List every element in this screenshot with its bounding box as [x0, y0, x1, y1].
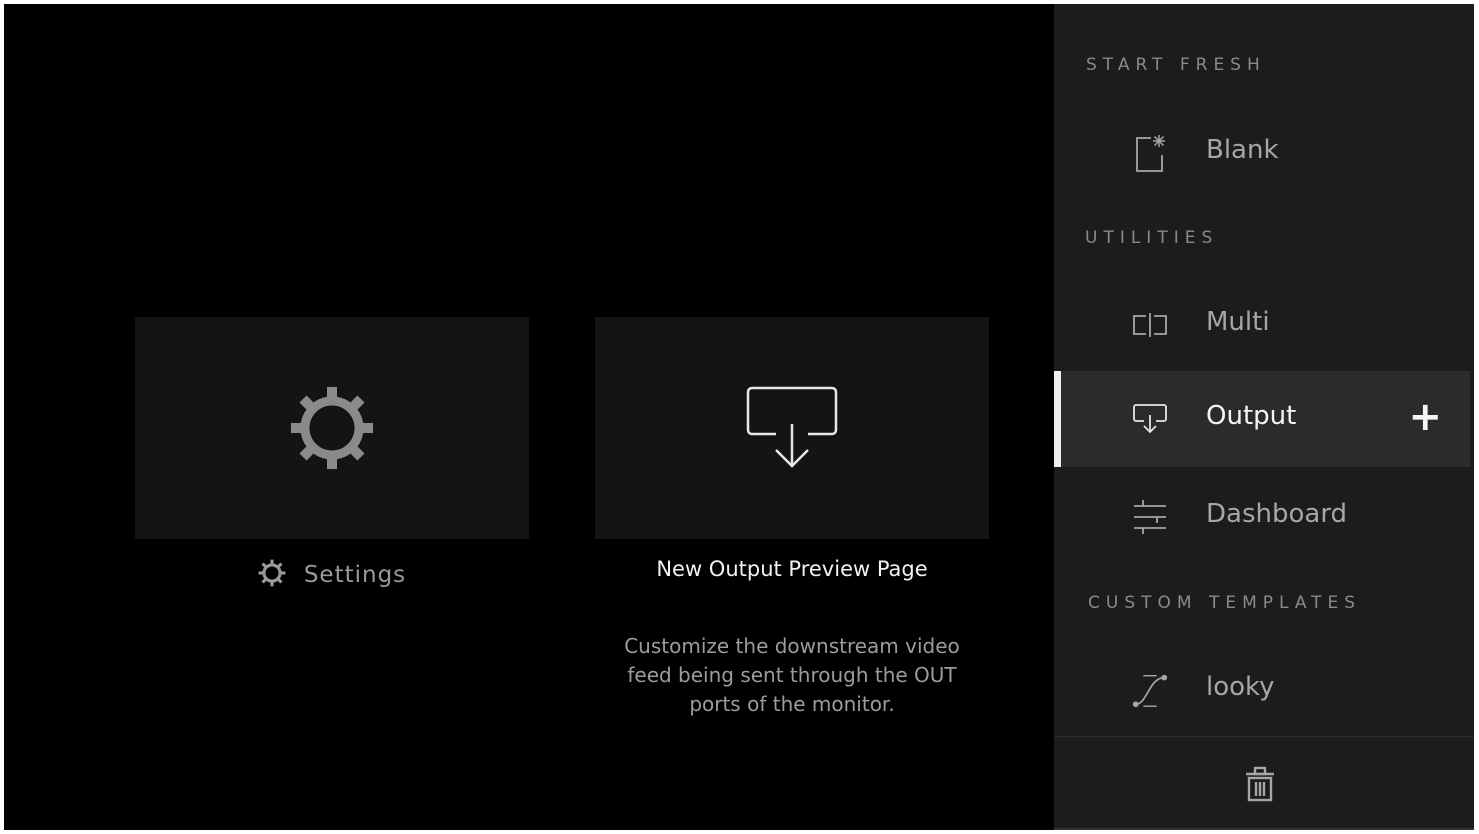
gear-icon [258, 559, 286, 591]
add-button[interactable]: + [1408, 393, 1442, 441]
sidebar-item-label: Dashboard [1206, 499, 1348, 529]
section-utilities: UTILITIES [1085, 228, 1219, 248]
sidebar-bottom-edge [1054, 828, 1474, 830]
screen: Settings New Output Preview Page Customi… [4, 4, 1474, 830]
settings-card[interactable] [135, 317, 529, 539]
trash-icon[interactable] [1240, 762, 1280, 806]
sidebar-item-output[interactable]: Output + [1054, 371, 1470, 467]
sidebar-item-blank[interactable]: Blank [1054, 105, 1470, 201]
section-custom-templates: CUSTOM TEMPLATES [1088, 593, 1362, 613]
output-card-title: New Output Preview Page [656, 557, 928, 581]
sidebar-item-multi[interactable]: Multi [1054, 277, 1470, 373]
blank-page-icon [1130, 133, 1170, 173]
sidebar-item-looky[interactable]: looky [1054, 642, 1470, 738]
output-card-description: Customize the downstream video feed bein… [624, 634, 960, 716]
output-card[interactable] [595, 317, 989, 539]
template-sidebar: START FRESH Blank UTILITIES Multi Output… [1054, 4, 1474, 830]
section-start-fresh: START FRESH [1086, 55, 1266, 75]
sidebar-item-label: looky [1206, 672, 1275, 702]
gear-icon [135, 317, 529, 539]
active-indicator [1054, 371, 1061, 467]
sidebar-item-dashboard[interactable]: Dashboard [1054, 469, 1470, 565]
sidebar-item-label: Blank [1206, 135, 1279, 165]
output-download-icon [595, 317, 989, 539]
output-icon [1130, 399, 1170, 439]
settings-label-row[interactable]: Settings [135, 559, 529, 591]
curve-icon [1130, 670, 1170, 710]
sidebar-item-label: Multi [1206, 307, 1270, 337]
settings-label: Settings [303, 562, 407, 588]
split-view-icon [1130, 305, 1170, 345]
sidebar-item-label: Output [1206, 401, 1297, 431]
sidebar-divider [1054, 736, 1474, 737]
sliders-icon [1130, 497, 1170, 537]
